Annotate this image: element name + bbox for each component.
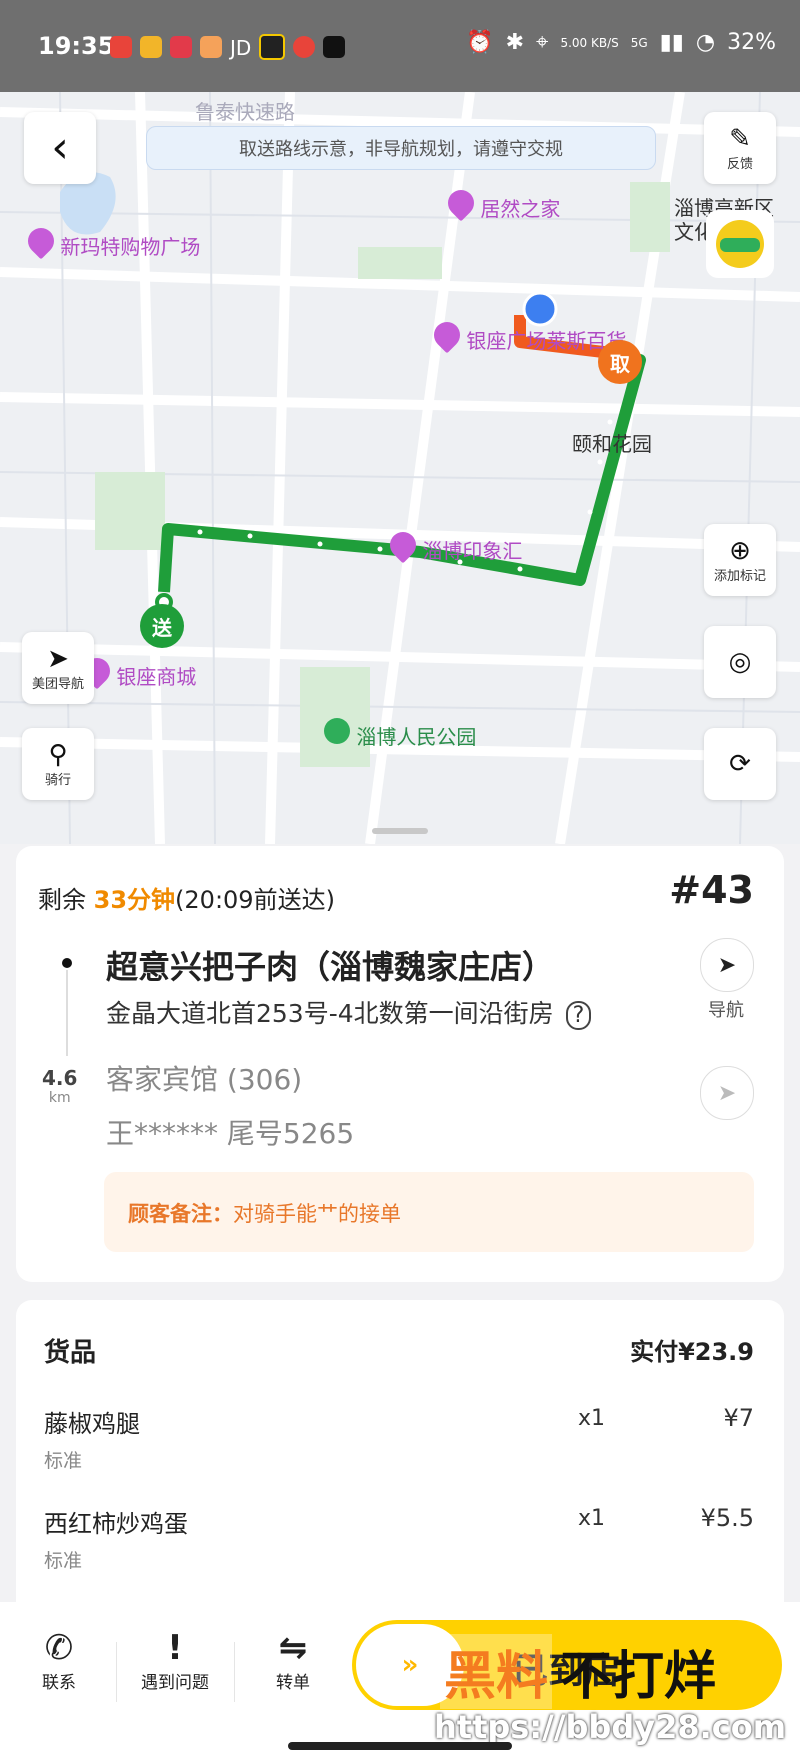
assistant-avatar[interactable] (706, 210, 774, 278)
customer-navigate-button[interactable]: ➤ (700, 1066, 754, 1120)
battery-icon: ◔ (695, 30, 716, 55)
poi-label[interactable]: 新玛特购物广场 (22, 222, 200, 260)
poi-label[interactable]: 淄博印象汇 (384, 526, 522, 564)
navigation-arrow-icon: ➤ (717, 952, 737, 978)
route-map[interactable]: 鲁泰快速路 居然之家 新玛特购物广场 银座广场莱斯百货 颐和花园 淄博印象汇 银… (0, 92, 800, 844)
watermark-url: https://bbdy28.com (434, 1708, 787, 1746)
park-icon (324, 718, 350, 744)
watermark-brand: 黑料 (440, 1634, 553, 1709)
alert-icon: ! (167, 1628, 183, 1668)
pickup-marker[interactable]: 取 (598, 340, 642, 384)
battery-level: 32% (727, 30, 776, 55)
poi-pin-icon (384, 526, 422, 564)
notification-icons: JD (110, 34, 346, 60)
bike-icon: ⚲ (48, 739, 68, 770)
route-line (66, 970, 68, 1056)
weibo-icon (293, 36, 316, 58)
status-time: 19:35 (38, 32, 115, 60)
navigation-arrow-icon: ➤ (717, 1080, 737, 1106)
music-icon (170, 36, 192, 58)
paid-amount: 实付¥23.9 (630, 1338, 754, 1366)
contact-button[interactable]: ✆ 联系 (14, 1628, 104, 1693)
feedback-button[interactable]: ✎ 反馈 (704, 112, 776, 184)
status-right: ⏰ ✱ ⌖ 5.00 KB/S 5G ▮▮ ◔ 32% (466, 30, 776, 55)
status-bar: 19:35 JD ⏰ ✱ ⌖ 5.00 KB/S 5G ▮▮ ◔ 32% (0, 0, 800, 92)
back-button[interactable]: ‹ (24, 112, 96, 184)
problem-button[interactable]: ! 遇到问题 (130, 1628, 220, 1693)
divider (116, 1642, 117, 1702)
poi-pin-icon (428, 316, 466, 354)
crosshair-icon: ◎ (728, 647, 752, 677)
locate-button[interactable]: ◎ (704, 626, 776, 698)
poi-label[interactable]: 淄博人民公园 (324, 718, 476, 750)
item-name: 藤椒鸡腿 (44, 1410, 140, 1438)
help-icon[interactable]: ? (565, 1001, 592, 1030)
order-card: 剩余 33分钟(20:09前送达) #43 超意兴把子肉（淄博魏家庄店） 金晶大… (16, 846, 784, 1282)
app-icon (323, 36, 346, 58)
item-qty: x1 (578, 1506, 606, 1531)
pickup-dot (62, 958, 72, 968)
signal-icon: ▮▮ (659, 30, 684, 55)
refresh-icon: ⟳ (729, 749, 751, 779)
poi-label[interactable]: 银座广场莱斯百货 (428, 316, 626, 354)
delivery-marker[interactable]: 送 (140, 604, 184, 648)
item-spec: 标准 (44, 1550, 83, 1572)
net-type: 5G (630, 35, 648, 50)
poi-label[interactable]: 颐和花园 (572, 428, 652, 457)
poi-label[interactable]: 居然之家 (442, 184, 560, 222)
app-icon (140, 36, 162, 58)
item-qty: x1 (578, 1406, 606, 1431)
transfer-button[interactable]: ⇋ 转单 (248, 1628, 338, 1693)
app-icon (110, 36, 132, 58)
add-mark-button[interactable]: ⊕ 添加标记 (704, 524, 776, 596)
alarm-icon: ⏰ (466, 30, 494, 55)
jd-icon: JD (230, 36, 252, 60)
customer-info: 王****** 尾号5265 (106, 1117, 355, 1150)
divider (234, 1642, 235, 1702)
app-icon (259, 34, 286, 60)
customer-note: 顾客备注：对骑手能艹的接单 (104, 1172, 754, 1252)
poi-pin-icon (442, 184, 480, 222)
order-number: #43 (669, 868, 754, 912)
item-name: 西红柿炒鸡蛋 (44, 1510, 188, 1538)
watermark-brand: 不打烊 (560, 1647, 717, 1707)
poi-label[interactable]: 银座商城 (78, 652, 196, 690)
phone-icon: ✆ (44, 1628, 74, 1668)
delivery-address: 客家宾馆 (306) (106, 1063, 303, 1096)
navigation-arrow-icon: ➤ (47, 643, 69, 674)
item-spec: 标准 (44, 1450, 83, 1472)
location-icon: ⌖ (536, 30, 549, 55)
edit-icon: ✎ (729, 123, 751, 154)
item-price: ¥7 (723, 1404, 754, 1432)
road-label: 鲁泰快速路 (195, 100, 295, 124)
route-notice: 取送路线示意，非导航规划，请遵守交规 (146, 126, 656, 170)
item-price: ¥5.5 (700, 1504, 754, 1532)
shop-address: 金晶大道北首253号-4北数第一间沿街房 ? (106, 994, 592, 1030)
riding-button[interactable]: ⚲ 骑行 (22, 728, 94, 800)
swap-icon: ⇋ (278, 1628, 308, 1668)
goods-title: 货品 (44, 1338, 97, 1368)
app-icon (200, 36, 222, 58)
home-indicator[interactable] (288, 1742, 512, 1750)
refresh-button[interactable]: ⟳ (704, 728, 776, 800)
shop-name: 超意兴把子肉（淄博魏家庄店） (106, 948, 555, 986)
distance: 4.6 km (42, 1066, 78, 1106)
navigate-label: 导航 (708, 1000, 744, 1021)
chevron-left-icon: ‹ (51, 122, 69, 173)
meituan-nav-button[interactable]: ➤ 美团导航 (22, 632, 94, 704)
shop-navigate-button[interactable]: ➤ (700, 938, 754, 992)
remaining-time: 剩余 33分钟(20:09前送达) (38, 886, 335, 914)
bluetooth-icon: ✱ (505, 30, 525, 55)
goods-card: 货品 实付¥23.9 藤椒鸡腿 标准 x1 ¥7 西红柿炒鸡蛋 标准 x1 ¥5… (16, 1300, 784, 1630)
poi-pin-icon (22, 222, 60, 260)
net-speed: 5.00 KB/S (560, 35, 619, 50)
sheet-handle[interactable] (372, 828, 428, 834)
location-plus-icon: ⊕ (729, 535, 751, 566)
